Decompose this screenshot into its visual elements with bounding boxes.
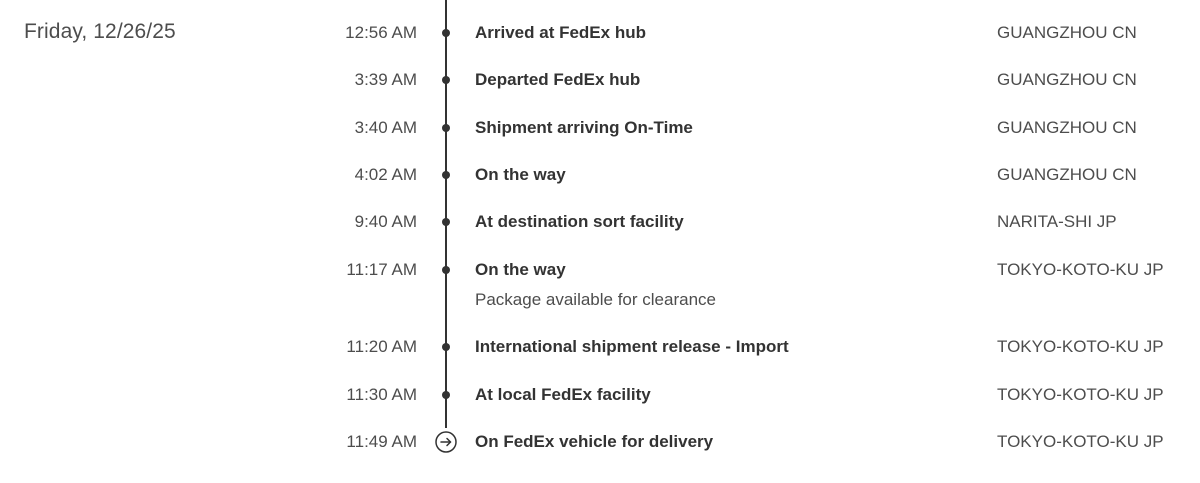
event-location: TOKYO-KOTO-KU JP [997,337,1164,356]
event-detail: Package available for clearance [475,290,716,309]
timeline-event-current: 11:49 AM On FedEx vehicle for delivery T… [0,427,1200,457]
timeline-event: 11:30 AM At local FedEx facility TOKYO-K… [0,380,1200,410]
event-time: 4:02 AM [354,165,417,184]
event-status: Shipment arriving On-Time [475,118,693,137]
event-location: TOKYO-KOTO-KU JP [997,385,1164,404]
event-location: GUANGZHOU CN [997,165,1137,184]
timeline-event: 11:20 AM International shipment release … [0,332,1200,362]
event-status: On the way [475,260,566,279]
arrow-right-circle-icon [435,431,457,453]
event-status: International shipment release - Import [475,337,789,356]
timeline-dot-icon [442,218,450,226]
event-status: Departed FedEx hub [475,70,641,89]
event-time: 9:40 AM [354,212,417,231]
timeline-event: 3:40 AM Shipment arriving On-Time GUANGZ… [0,113,1200,143]
event-status: Arrived at FedEx hub [475,23,646,42]
timeline-dot-icon [442,29,450,37]
event-location: NARITA-SHI JP [997,212,1117,231]
event-time: 11:49 AM [346,432,417,451]
event-time: 12:56 AM [345,23,417,42]
event-status: At local FedEx facility [475,385,651,404]
timeline-dot-icon [442,343,450,351]
event-location: TOKYO-KOTO-KU JP [997,260,1164,279]
event-status: At destination sort facility [475,212,684,231]
event-location: GUANGZHOU CN [997,118,1137,137]
timeline-event: 9:40 AM At destination sort facility NAR… [0,207,1200,237]
event-time: 3:40 AM [354,118,417,137]
event-status: On FedEx vehicle for delivery [475,432,714,451]
event-time: 11:30 AM [346,385,417,404]
timeline-event: 3:39 AM Departed FedEx hub GUANGZHOU CN [0,65,1200,95]
timeline-event: 4:02 AM On the way GUANGZHOU CN [0,160,1200,190]
event-time: 11:17 AM [346,260,417,279]
timeline-dot-icon [442,76,450,84]
timeline-dot-icon [442,266,450,274]
event-location: GUANGZHOU CN [997,70,1137,89]
timeline-dot-icon [442,124,450,132]
timeline-dot-icon [442,391,450,399]
event-time: 11:20 AM [346,337,417,356]
timeline-dot-icon [442,171,450,179]
event-location: GUANGZHOU CN [997,23,1137,42]
timeline-event: 11:17 AM On the way Package available fo… [0,255,1200,315]
event-time: 3:39 AM [354,70,417,89]
timeline-event: 12:56 AM Arrived at FedEx hub GUANGZHOU … [0,18,1200,48]
event-status: On the way [475,165,566,184]
event-location: TOKYO-KOTO-KU JP [997,432,1164,451]
